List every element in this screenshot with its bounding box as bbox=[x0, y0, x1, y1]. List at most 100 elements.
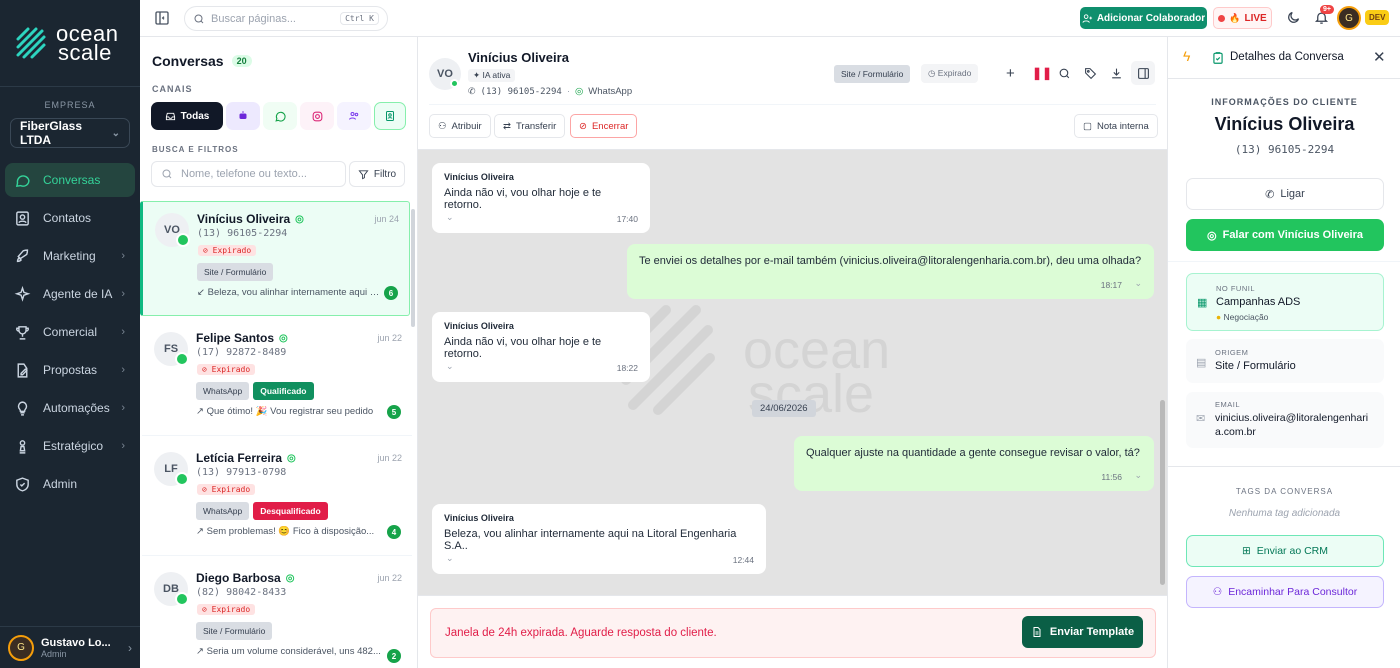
contact-card-icon bbox=[386, 111, 394, 121]
page-search-input[interactable]: Buscar páginas... Ctrl K bbox=[184, 6, 388, 31]
pause-ai-button[interactable]: ❚❚ bbox=[1032, 66, 1052, 80]
nav-item-marketing[interactable]: Marketing › bbox=[5, 239, 135, 273]
whatsapp-icon: ◎ bbox=[575, 86, 584, 97]
close-details-button[interactable]: ✕ bbox=[1373, 48, 1386, 66]
send-to-crm-button[interactable]: ⊞ Enviar ao CRM bbox=[1186, 535, 1384, 567]
funnel-card[interactable]: ▦ NO FUNIL Campanhas ADS ● Negociação bbox=[1186, 273, 1384, 331]
channel-contacts-button[interactable] bbox=[374, 102, 406, 130]
conversation-item[interactable]: DB Diego Barbosa ◎ jun 22 (82) 98042-8433… bbox=[142, 561, 412, 668]
chevron-down-icon[interactable]: ⌄ bbox=[446, 212, 454, 223]
contact-name-text: Felipe Santos bbox=[196, 331, 275, 345]
tag: Site / Formulário bbox=[196, 622, 273, 640]
nav-item-conversas[interactable]: Conversas bbox=[5, 163, 135, 197]
chevron-right-icon: › bbox=[121, 326, 125, 338]
chevron-down-icon[interactable]: ⌄ bbox=[1134, 470, 1142, 481]
chevron-right-icon: › bbox=[128, 640, 132, 655]
chevron-down-icon[interactable]: ⌄ bbox=[446, 361, 454, 372]
transfer-button[interactable]: ⇄ Transferir bbox=[494, 114, 566, 138]
search-messages-button[interactable] bbox=[1058, 67, 1071, 83]
nav-label: Conversas bbox=[43, 173, 101, 187]
panel-right-icon bbox=[1137, 67, 1149, 79]
message-bubble-incoming[interactable]: Vinícius Oliveira Beleza, vou alinhar in… bbox=[432, 504, 766, 574]
close-conversation-button[interactable]: ⊘ Encerrar bbox=[570, 114, 638, 138]
filter-button[interactable]: Filtro bbox=[349, 161, 405, 187]
nav-item-automacoes[interactable]: Automações › bbox=[5, 391, 135, 425]
company-selector[interactable]: FiberGlass LTDA ⌄ bbox=[10, 118, 130, 148]
status-badge: ⊘ Expirado bbox=[197, 364, 256, 375]
status-badge: ◷ Expirado bbox=[921, 64, 979, 83]
theme-toggle-button[interactable] bbox=[1286, 10, 1301, 28]
toggle-sidebar-button[interactable] bbox=[154, 10, 170, 26]
forward-consultant-button[interactable]: ⚇ Encaminhar Para Consultor bbox=[1186, 576, 1384, 608]
message-bubble-outgoing[interactable]: Qualquer ajuste na quantidade a gente co… bbox=[794, 436, 1154, 491]
nav-item-comercial[interactable]: Comercial › bbox=[5, 315, 135, 349]
internal-note-button[interactable]: ▢ Nota interna bbox=[1074, 114, 1158, 138]
channel-bot-button[interactable] bbox=[226, 102, 260, 130]
user-menu[interactable]: G Gustavo Lo... Admin › bbox=[0, 626, 140, 668]
nav-item-propostas[interactable]: Propostas › bbox=[5, 353, 135, 387]
main-nav: Conversas Contatos Marketing › Agente de… bbox=[0, 163, 140, 501]
nav-item-agente-ia[interactable]: Agente de IA › bbox=[5, 277, 135, 311]
message-time: 17:40 bbox=[616, 214, 638, 224]
logo-text: ocean scale bbox=[56, 23, 118, 64]
conversation-item[interactable]: FS Felipe Santos ◎ jun 22 (17) 92872-8489… bbox=[142, 321, 412, 436]
send-template-button[interactable]: Enviar Template bbox=[1022, 616, 1143, 648]
channel-team-button[interactable] bbox=[337, 102, 371, 130]
notifications-button[interactable]: 9+ bbox=[1314, 5, 1334, 28]
whatsapp-chat-button[interactable]: ◎ Falar com Vinícius Oliveira bbox=[1186, 219, 1384, 251]
preview-text: Seria um volume considerável, uns 482... bbox=[206, 646, 381, 657]
message-sender: Vinícius Oliveira bbox=[444, 513, 514, 523]
channel-all-button[interactable]: Todas bbox=[151, 102, 223, 130]
conversation-list-scrollbar[interactable] bbox=[411, 209, 415, 327]
flame-icon: 🔥 bbox=[1229, 12, 1241, 23]
company-name: FiberGlass LTDA bbox=[20, 119, 83, 147]
nav-item-contatos[interactable]: Contatos bbox=[5, 201, 135, 235]
message-preview: ↗ Que ótimo! 🎉 Vou registrar seu pedido bbox=[196, 406, 374, 417]
email-value-line-1: vinicius.oliveira@litoralengenhari bbox=[1215, 412, 1369, 424]
chevron-down-icon[interactable]: ⌄ bbox=[1134, 278, 1142, 289]
conversation-item[interactable]: VO Vinícius Oliveira ◎ jun 24 (13) 96105-… bbox=[140, 201, 410, 316]
search-placeholder: Buscar páginas... bbox=[211, 12, 296, 25]
add-button[interactable]: + bbox=[1006, 65, 1015, 82]
conversation-date: jun 22 bbox=[377, 573, 402, 583]
ocean-scale-logo[interactable]: ocean scale bbox=[0, 0, 140, 87]
contacts-icon bbox=[16, 210, 29, 226]
messages-scrollbar[interactable] bbox=[1160, 400, 1165, 585]
transfer-label: Transferir bbox=[515, 120, 557, 132]
expired-window-banner: Janela de 24h expirada. Aguarde resposta… bbox=[430, 608, 1156, 658]
conversation-item[interactable]: LF Letícia Ferreira ◎ jun 22 (13) 97913-0… bbox=[142, 441, 412, 556]
profile-avatar[interactable]: G bbox=[1337, 6, 1361, 30]
status-text: Expirado bbox=[211, 605, 251, 614]
assign-button[interactable]: ⚇ Atribuir bbox=[429, 114, 491, 138]
download-button[interactable] bbox=[1110, 67, 1123, 83]
nav-item-estrategico[interactable]: Estratégico › bbox=[5, 429, 135, 463]
conversation-search-input[interactable]: Nome, telefone ou texto... bbox=[151, 161, 346, 187]
client-phone: (13) 96105-2294 bbox=[1234, 143, 1335, 156]
message-preview: ↗ Seria um volume considerável, uns 482.… bbox=[196, 646, 381, 657]
toggle-details-button[interactable] bbox=[1131, 61, 1155, 85]
live-button[interactable]: 🔥 LIVE bbox=[1213, 7, 1272, 29]
message-text: Qualquer ajuste na quantidade a gente co… bbox=[806, 447, 1140, 459]
mail-icon: ✉ bbox=[1196, 413, 1206, 425]
message-bubble-outgoing[interactable]: Te enviei os detalhes por e-mail também … bbox=[627, 244, 1154, 299]
channel-whatsapp-button[interactable] bbox=[263, 102, 297, 130]
call-button[interactable]: ✆ Ligar bbox=[1186, 178, 1384, 210]
chevron-down-icon[interactable]: ⌄ bbox=[446, 553, 454, 564]
client-name: Vinícius Oliveira bbox=[1214, 114, 1355, 134]
user-icon: ⚇ bbox=[1212, 586, 1223, 598]
users-icon bbox=[349, 112, 359, 120]
add-collaborator-button[interactable]: Adicionar Colaborador bbox=[1080, 7, 1207, 29]
user-name: Gustavo Lo... bbox=[41, 636, 111, 649]
nav-item-admin[interactable]: Admin bbox=[5, 467, 135, 501]
date-separator: 24/06/2026 bbox=[752, 400, 816, 417]
tags-button[interactable] bbox=[1084, 67, 1097, 83]
file-text-icon bbox=[1033, 627, 1041, 637]
origin-card: ▤ ORIGEM Site / Formulário bbox=[1186, 339, 1384, 383]
filter-icon bbox=[358, 169, 369, 179]
message-bubble-incoming[interactable]: Vinícius Oliveira Ainda não vi, vou olha… bbox=[432, 312, 650, 382]
chat-header: VO Vinícius Oliveira ✦ IA ativa ✆ (13) 9… bbox=[418, 37, 1167, 150]
channel-instagram-button[interactable] bbox=[300, 102, 334, 130]
email-card[interactable]: ✉ EMAIL vinicius.oliveira@litoralengenha… bbox=[1186, 392, 1384, 448]
contact-phone: (13) 97913-0798 bbox=[196, 467, 287, 478]
message-bubble-incoming[interactable]: Vinícius Oliveira Ainda não vi, vou olha… bbox=[432, 163, 650, 233]
